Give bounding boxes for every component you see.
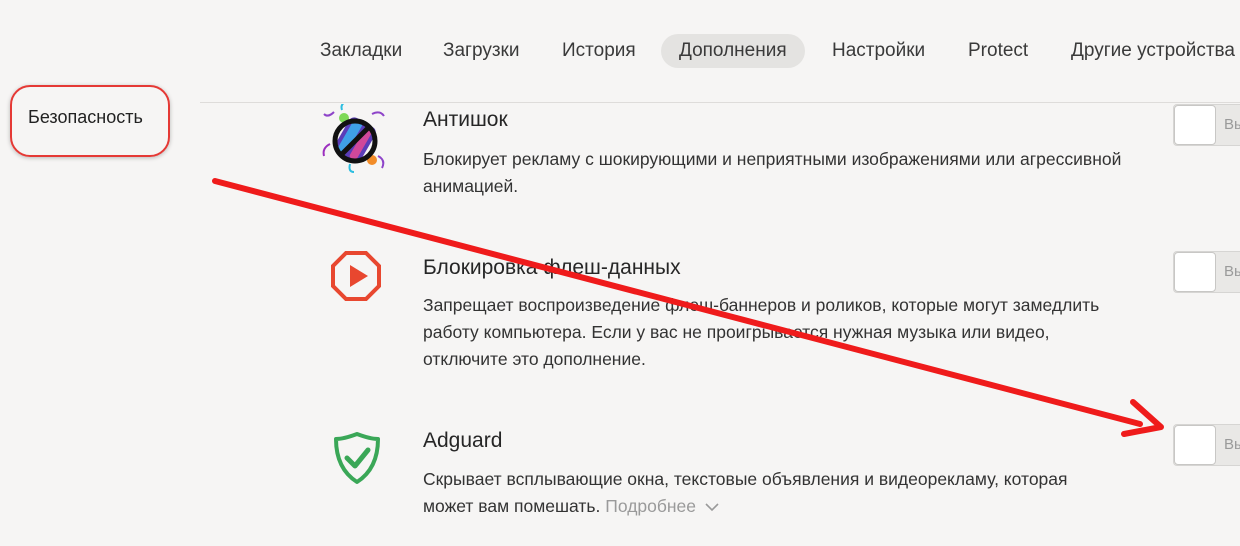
extension-toggle-flash-block[interactable]: Вы xyxy=(1173,251,1240,293)
extension-title: Антишок xyxy=(423,108,508,131)
flash-block-icon xyxy=(331,251,381,301)
extension-description: Запрещает воспроизведение флеш-баннеров … xyxy=(423,295,1100,369)
toggle-knob xyxy=(1174,425,1216,465)
extension-description: Блокирует рекламу с шокирующими и неприя… xyxy=(423,149,1122,196)
toggle-knob xyxy=(1174,105,1216,145)
extension-description-block: Скрывает всплывающие окна, текстовые объ… xyxy=(423,466,1103,520)
toggle-label: Вы xyxy=(1224,436,1240,453)
extension-title: Блокировка флеш-данных xyxy=(423,256,681,279)
sidebar-item-security[interactable]: Безопасность xyxy=(10,85,170,157)
tab-extensions[interactable]: Дополнения xyxy=(661,34,805,68)
tab-other-devices[interactable]: Другие устройства xyxy=(1071,34,1235,68)
toggle-knob xyxy=(1174,252,1216,292)
more-details-label: Подробнее xyxy=(605,496,697,516)
tab-protect[interactable]: Protect xyxy=(968,34,1028,68)
tab-settings[interactable]: Настройки xyxy=(832,34,925,68)
top-navigation: Закладки Загрузки История Дополнения Нас… xyxy=(0,0,1240,100)
header-divider xyxy=(200,102,1240,103)
adguard-shield-icon xyxy=(334,432,380,484)
chevron-down-icon xyxy=(705,503,719,512)
sidebar-item-label: Безопасность xyxy=(28,107,143,127)
toggle-label: Вы xyxy=(1224,263,1240,280)
extension-description: Скрывает всплывающие окна, текстовые объ… xyxy=(423,469,1068,516)
extension-title: Adguard xyxy=(423,429,503,452)
extension-toggle-antishock[interactable]: Вы xyxy=(1173,104,1240,146)
tab-history[interactable]: История xyxy=(562,34,636,68)
extension-toggle-adguard[interactable]: Вы xyxy=(1173,424,1240,466)
tab-bookmarks[interactable]: Закладки xyxy=(320,34,402,68)
antishock-icon xyxy=(322,104,385,173)
tab-downloads[interactable]: Загрузки xyxy=(443,34,519,68)
toggle-label: Вы xyxy=(1224,116,1240,133)
more-details-link[interactable]: Подробнее xyxy=(605,496,720,516)
